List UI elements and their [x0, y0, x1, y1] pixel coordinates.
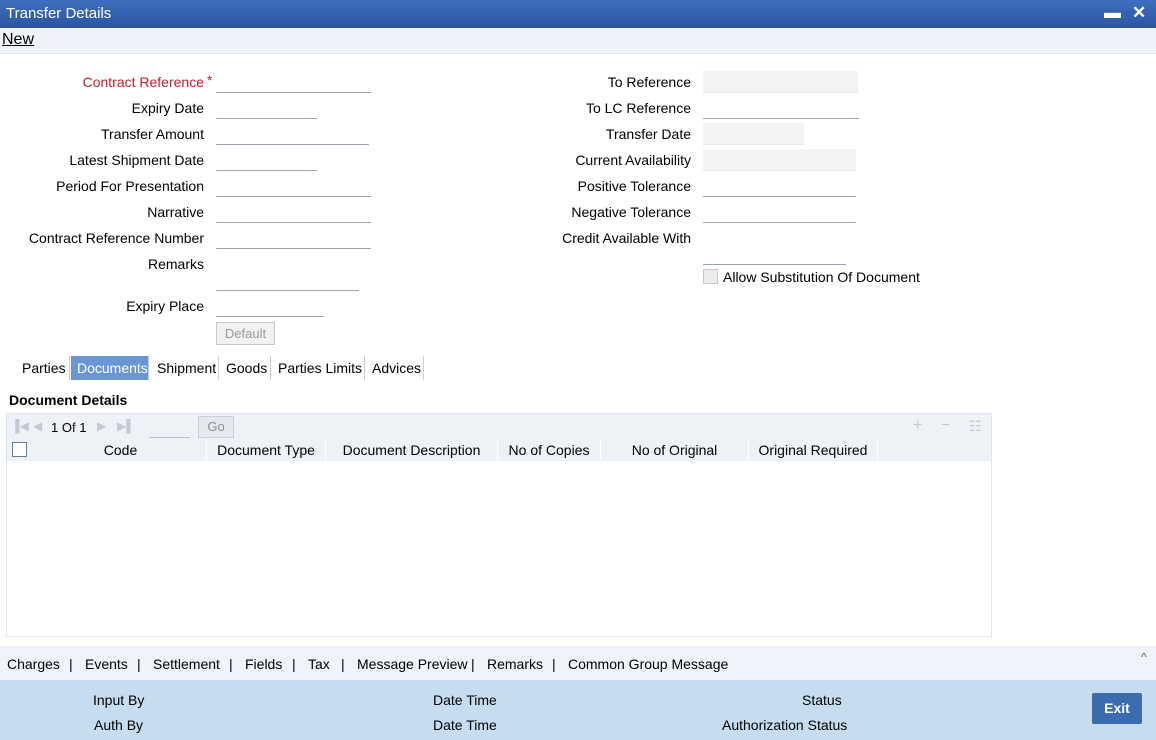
column-original-required[interactable]: Original Required [749, 439, 878, 461]
link-separator: | [69, 656, 73, 672]
to-lc-reference-label: To LC Reference [585, 100, 691, 116]
expiry-date-input[interactable] [216, 97, 317, 119]
tab-advices[interactable]: Advices [366, 356, 424, 380]
window-titlebar: Transfer Details ▬ ✕ [0, 0, 1156, 28]
pager-current: 1 [51, 420, 59, 435]
positive-tolerance-label: Positive Tolerance [577, 178, 691, 194]
add-row-icon[interactable]: + [913, 417, 922, 435]
credit-available-with-label: Credit Available With [562, 230, 691, 246]
default-button[interactable]: Default [216, 322, 275, 345]
remarks-link[interactable]: Remarks [487, 656, 543, 672]
page-number-input[interactable] [149, 417, 190, 438]
grid-header: Code Document Type Document Description … [7, 439, 991, 461]
pager-of: Of [61, 420, 76, 435]
negative-tolerance-input[interactable] [703, 201, 856, 223]
period-for-presentation-input[interactable] [216, 175, 371, 197]
transfer-amount-label: Transfer Amount [101, 126, 204, 142]
current-availability-input[interactable] [703, 149, 856, 171]
minimize-icon[interactable]: ▬ [1104, 3, 1121, 23]
link-separator: | [552, 656, 556, 672]
pager-total: 1 [79, 420, 87, 435]
window-title: Transfer Details [6, 5, 112, 22]
link-separator: | [229, 656, 233, 672]
period-for-presentation-label: Period For Presentation [56, 178, 204, 194]
contract-reference-number-input[interactable] [216, 227, 371, 249]
message-preview-link[interactable]: Message Preview [357, 656, 468, 672]
exit-button[interactable]: Exit [1092, 693, 1142, 724]
charges-link[interactable]: Charges [7, 656, 60, 672]
common-group-message-link[interactable]: Common Group Message [568, 656, 728, 672]
auth-by-label: Auth By [94, 717, 144, 733]
contract-reference-input[interactable] [216, 71, 371, 93]
tax-link[interactable]: Tax [308, 656, 330, 672]
required-marker: * [207, 72, 213, 88]
link-separator: | [292, 656, 296, 672]
column-no-of-original[interactable]: No of Original [601, 439, 749, 461]
collapse-caret-icon[interactable]: ^ [1141, 650, 1147, 664]
previous-page-icon[interactable]: ◀ [33, 419, 42, 433]
go-button[interactable]: Go [198, 416, 234, 438]
fields-link[interactable]: Fields [245, 656, 282, 672]
remarks-input[interactable] [216, 253, 359, 291]
audit-footer: Input By Auth By Date Time Date Time Sta… [0, 680, 1156, 740]
remarks-label: Remarks [147, 256, 204, 272]
close-icon[interactable]: ✕ [1132, 3, 1146, 23]
expiry-place-label: Expiry Place [126, 298, 204, 314]
link-separator: | [341, 656, 345, 672]
transfer-date-label: Transfer Date [605, 126, 691, 142]
expiry-place-input[interactable] [216, 295, 324, 317]
settlement-link[interactable]: Settlement [153, 656, 220, 672]
latest-shipment-date-label: Latest Shipment Date [69, 152, 204, 168]
delete-row-icon[interactable]: − [941, 417, 950, 435]
input-date-time-label: Date Time [433, 692, 497, 708]
contract-reference-number-label: Contract Reference Number [28, 230, 204, 246]
tab-goods[interactable]: Goods [220, 356, 271, 380]
first-page-icon[interactable]: ▐◀ [11, 419, 29, 433]
tab-documents[interactable]: Documents [71, 356, 149, 380]
narrative-label: Narrative [147, 204, 204, 220]
input-by-label: Input By [93, 692, 145, 708]
transfer-amount-input[interactable] [216, 123, 369, 145]
auth-date-time-label: Date Time [433, 717, 497, 733]
last-page-icon[interactable]: ▶▌ [117, 419, 135, 433]
allow-substitution-checkbox[interactable] [703, 269, 718, 284]
transfer-date-input[interactable] [703, 123, 804, 145]
tab-parties-limits[interactable]: Parties Limits [272, 356, 365, 380]
view-row-icon[interactable]: ☷ [969, 418, 982, 435]
link-separator: | [471, 656, 475, 672]
column-code[interactable]: Code [35, 439, 207, 461]
menu-bar: New [0, 28, 1156, 54]
column-no-of-copies[interactable]: No of Copies [498, 439, 601, 461]
credit-available-with-input[interactable] [703, 243, 846, 265]
column-document-type[interactable]: Document Type [207, 439, 326, 461]
to-reference-label: To Reference [607, 74, 691, 90]
latest-shipment-date-input[interactable] [216, 149, 317, 171]
pager-status: 1 Of 1 [51, 420, 86, 435]
allow-substitution-label: Allow Substitution Of Document [723, 269, 920, 285]
current-availability-label: Current Availability [575, 152, 691, 168]
negative-tolerance-label: Negative Tolerance [571, 204, 691, 220]
document-details-title: Document Details [9, 392, 128, 408]
contract-reference-label: Contract Reference [82, 74, 204, 90]
select-all-checkbox[interactable] [12, 442, 27, 457]
new-link[interactable]: New [2, 31, 34, 49]
document-details-grid: ▐◀ ◀ 1 Of 1 ▶ ▶▌ Go + − ☷ Code Document … [6, 413, 992, 637]
column-document-description[interactable]: Document Description [326, 439, 498, 461]
tab-parties[interactable]: Parties [16, 356, 70, 380]
positive-tolerance-input[interactable] [703, 175, 856, 197]
narrative-input[interactable] [216, 201, 371, 223]
next-page-icon[interactable]: ▶ [97, 419, 106, 433]
to-lc-reference-input[interactable] [703, 97, 859, 119]
to-reference-input[interactable] [703, 71, 858, 93]
grid-toolbar: ▐◀ ◀ 1 Of 1 ▶ ▶▌ Go + − ☷ [7, 414, 991, 439]
events-link[interactable]: Events [85, 656, 128, 672]
tab-shipment[interactable]: Shipment [151, 356, 219, 380]
link-separator: | [137, 656, 141, 672]
status-label: Status [802, 692, 842, 708]
expiry-date-label: Expiry Date [131, 100, 204, 116]
bottom-link-bar: Charges | Events | Settlement | Fields |… [0, 646, 1156, 680]
authorization-status-label: Authorization Status [722, 717, 848, 733]
